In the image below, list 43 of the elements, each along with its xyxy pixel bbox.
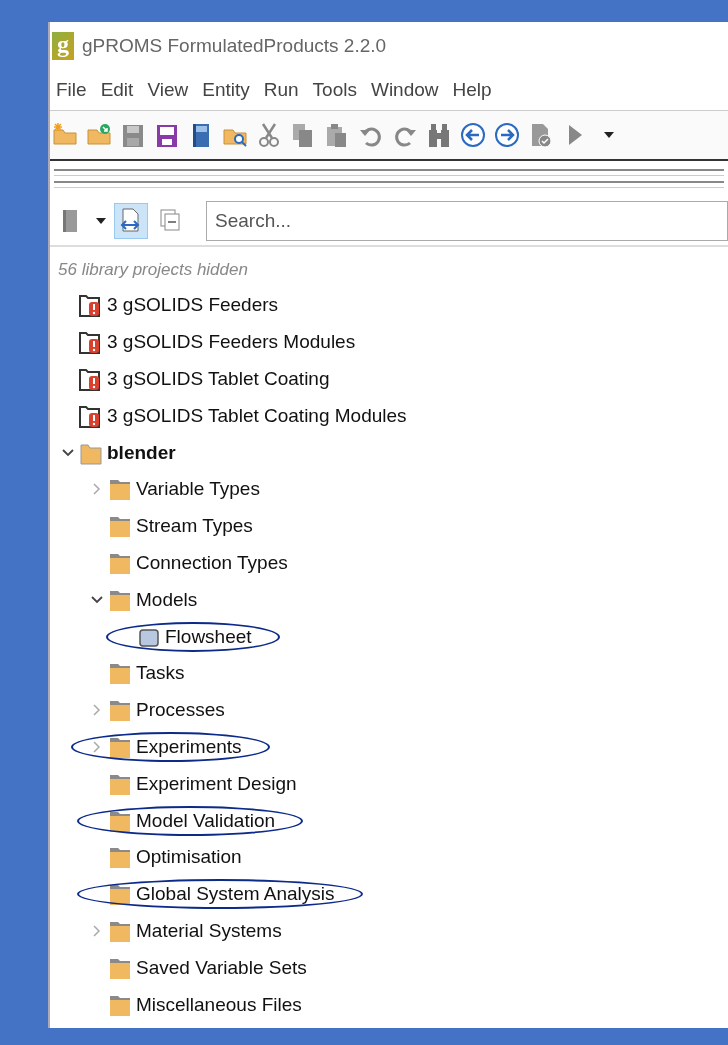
tree-item[interactable]: Variable Types bbox=[136, 478, 260, 501]
tree-item[interactable]: 3 gSOLIDS Tablet Coating Modules bbox=[107, 404, 407, 427]
menu-item[interactable]: File bbox=[52, 79, 97, 101]
binoculars-icon[interactable] bbox=[426, 122, 452, 148]
forward-icon[interactable] bbox=[494, 122, 520, 148]
tree-item[interactable]: Connection Types bbox=[136, 551, 288, 574]
sash-bar[interactable] bbox=[54, 181, 724, 188]
new-folder-icon[interactable] bbox=[52, 122, 78, 148]
menu-item[interactable]: View bbox=[143, 79, 199, 101]
app-logo: g bbox=[52, 32, 74, 60]
window-title: gPROMS FormulatedProducts 2.2.0 bbox=[82, 35, 387, 57]
tree-item[interactable]: Model Validation bbox=[136, 809, 276, 832]
tree-item[interactable]: Stream Types bbox=[136, 515, 253, 538]
tree-item[interactable]: Material Systems bbox=[136, 919, 282, 942]
import-folder-icon[interactable] bbox=[86, 122, 112, 148]
tree-item[interactable]: 3 gSOLIDS Tablet Coating bbox=[107, 368, 330, 390]
link-editor-button[interactable] bbox=[114, 203, 148, 239]
search-field[interactable]: Search... bbox=[206, 201, 728, 241]
save-all-icon[interactable] bbox=[154, 122, 180, 148]
menu-item[interactable]: Tools bbox=[308, 79, 367, 101]
tree-item[interactable]: Optimisation bbox=[136, 846, 242, 869]
tree-item[interactable]: Tasks bbox=[136, 662, 185, 685]
menu-item[interactable]: Run bbox=[259, 79, 309, 101]
tree-item[interactable]: Models bbox=[136, 588, 198, 611]
menu-item[interactable]: Edit bbox=[96, 79, 144, 101]
tree-item[interactable]: blender bbox=[107, 441, 176, 464]
tree-item[interactable]: 3 gSOLIDS Feeders Modules bbox=[107, 331, 356, 354]
tree-item[interactable]: Experiment Design bbox=[136, 772, 297, 795]
back-icon[interactable] bbox=[460, 122, 486, 148]
tree-item[interactable]: Processes bbox=[136, 699, 225, 722]
menu-item[interactable]: Window bbox=[366, 79, 449, 101]
tree-item[interactable]: Experiments bbox=[136, 735, 242, 758]
sash-bar[interactable] bbox=[54, 169, 724, 176]
tree-item[interactable]: Global System Analysis bbox=[136, 883, 335, 906]
tree-item[interactable]: Saved Variable Sets bbox=[136, 956, 307, 979]
save-icon[interactable] bbox=[120, 122, 146, 148]
hidden-projects-note: 56 library projects hidden bbox=[57, 259, 249, 281]
tree-item[interactable]: Flowsheet bbox=[165, 625, 252, 648]
menu-item[interactable]: Help bbox=[448, 79, 502, 101]
tree-item[interactable]: Miscellaneous Files bbox=[136, 993, 302, 1016]
tree-item[interactable]: 3 gSOLIDS Feeders bbox=[107, 294, 279, 317]
cut-icon[interactable] bbox=[256, 122, 282, 148]
menu-item[interactable]: Entity bbox=[198, 79, 260, 101]
